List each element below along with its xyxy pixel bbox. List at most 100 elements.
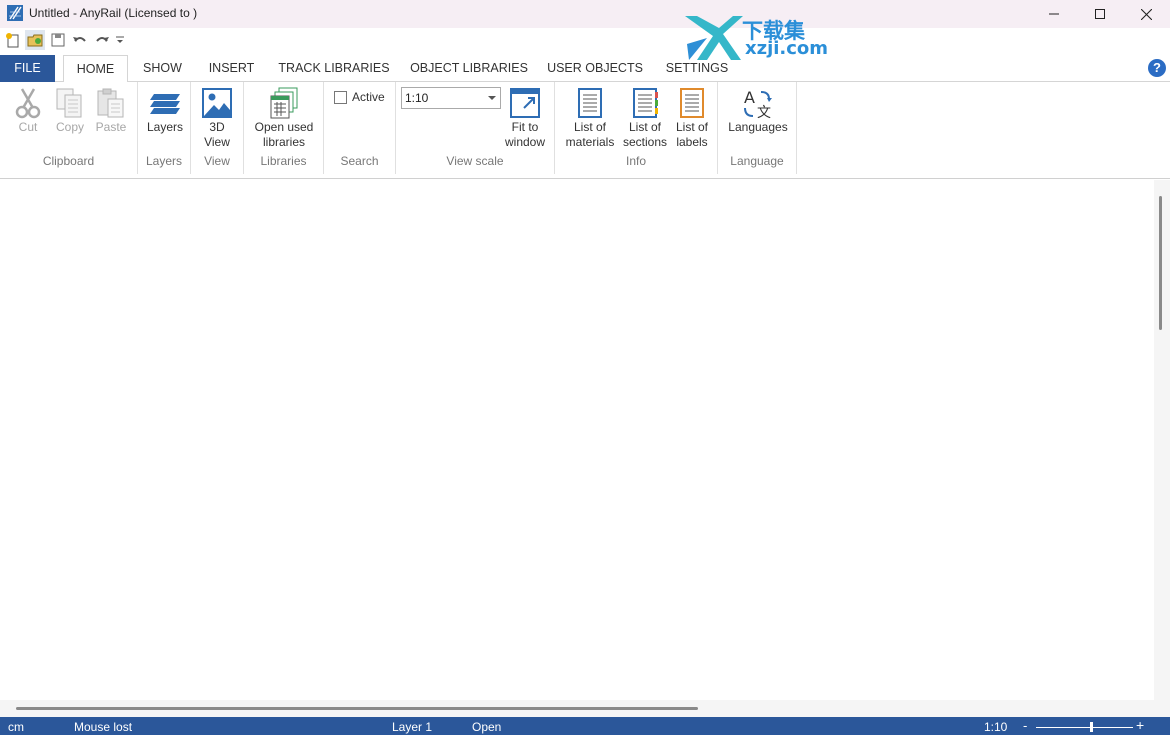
copy-label: Copy [55,120,84,134]
minimize-icon [1049,13,1059,15]
tab-insert[interactable]: INSERT [199,55,264,82]
group-label-clipboard: Clipboard [42,154,95,168]
ribbon-home: Cut Copy Paste Clipboard Layers Layers 3… [0,82,1170,179]
group-label-view-scale: View scale [446,154,504,168]
list-of-sections-line1: List of [628,120,661,134]
group-label-language: Language [730,154,784,168]
group-clipboard: Cut Copy Paste Clipboard [0,82,138,174]
redo-icon [96,37,109,42]
redo-button[interactable] [92,30,112,50]
chevron-down-icon [488,96,496,100]
copy-button[interactable]: Copy [52,86,88,135]
open-button[interactable] [25,30,45,50]
vertical-scrollbar[interactable] [1154,180,1170,717]
customize-qat-button[interactable] [113,30,127,50]
tab-home[interactable]: HOME [63,55,128,83]
close-button[interactable] [1123,0,1169,28]
open-used-libraries-line2: libraries [262,135,305,149]
title-bar: Untitled - AnyRail (Licensed to ) [0,0,1170,28]
group-layers: Layers Layers [138,82,191,174]
tab-user-objects[interactable]: USER OBJECTS [542,55,648,82]
list-of-labels-button[interactable]: List of labels [671,86,713,150]
save-icon [51,33,65,47]
list-of-materials-button[interactable]: List of materials [561,86,619,150]
layers-button[interactable]: Layers [145,86,185,135]
fit-to-window-icon [510,88,540,118]
group-label-search: Search [340,154,379,168]
undo-button[interactable] [70,30,90,50]
active-search-label: Active [352,90,385,104]
tab-track-libraries[interactable]: TRACK LIBRARIES [272,55,396,82]
minimize-button[interactable] [1031,0,1077,28]
view-scale-value: 1:10 [405,91,429,105]
open-used-libraries-line1: Open used [254,120,314,134]
scissors-icon [15,88,41,119]
anyrail-window: Untitled - AnyRail (Licensed to ) 下载集 xz… [0,0,1170,735]
cut-button[interactable]: Cut [10,86,46,135]
view-scale-select[interactable]: 1:10 [401,87,501,109]
undo-icon [73,37,86,42]
list-of-labels-line1: List of [675,120,708,134]
svg-text:A: A [744,88,755,107]
new-icon [6,33,19,48]
list-of-materials-line2: materials [565,135,615,149]
3d-view-label-line2: View [204,135,230,149]
cut-label: Cut [18,120,38,134]
group-libraries: Open used libraries Libraries [244,82,324,174]
translate-icon: A 文 [744,88,772,120]
new-button[interactable] [3,30,23,50]
list-of-materials-line1: List of [573,120,606,134]
status-unit: cm [8,720,24,734]
layers-label: Layers [146,120,184,134]
zoom-slider-track[interactable] [1036,727,1133,728]
layout-canvas[interactable] [0,180,1154,700]
list-of-sections-button[interactable]: List of sections [619,86,671,150]
zoom-slider-thumb[interactable] [1090,722,1093,732]
svg-text:文: 文 [757,105,771,120]
languages-button[interactable]: A 文 Languages [724,86,792,135]
languages-label: Languages [728,120,788,134]
window-title: Untitled - AnyRail (Licensed to ) [29,6,198,20]
paste-button[interactable]: Paste [93,86,129,135]
vertical-scroll-thumb[interactable] [1159,196,1162,330]
sections-list-icon [633,88,658,118]
paste-icon [97,88,124,118]
status-scale: 1:10 [984,720,1008,734]
layers-icon [150,94,180,114]
fit-to-window-button[interactable]: Fit to window [500,86,550,150]
zoom-out-button[interactable]: - [1023,718,1027,733]
materials-list-icon [578,88,602,118]
copy-icon [56,88,82,118]
landscape-icon [202,88,232,118]
labels-list-icon [680,88,704,118]
maximize-icon [1095,9,1105,19]
list-of-labels-line2: labels [676,135,708,149]
status-layer: Layer 1 [392,720,433,734]
list-of-sections-line2: sections [622,135,668,149]
tab-show[interactable]: SHOW [135,55,190,82]
group-label-layers: Layers [145,154,183,168]
horizontal-scroll-thumb[interactable] [16,707,698,710]
zoom-in-button[interactable]: + [1136,717,1144,733]
help-icon[interactable]: ? [1148,59,1166,77]
tab-object-libraries[interactable]: OBJECT LIBRARIES [404,55,534,82]
tab-file[interactable]: FILE [0,55,55,82]
anyrail-app-icon [7,5,23,21]
3d-view-button[interactable]: 3D View [200,86,234,150]
quick-access-toolbar [0,28,160,52]
fit-to-window-line1: Fit to [511,120,539,134]
group-label-libraries: Libraries [260,154,307,168]
open-icon [27,34,43,47]
tab-settings[interactable]: SETTINGS [658,55,736,82]
group-info: List of materials List of sections List … [555,82,718,174]
save-button[interactable] [48,30,68,50]
status-bar: cm Mouse lost Layer 1 Open 1:10 - + [0,717,1170,735]
libraries-icon [270,87,298,119]
group-label-view: View [204,154,230,168]
open-used-libraries-button[interactable]: Open used libraries [249,86,319,150]
status-mouse: Mouse lost [74,720,133,734]
ribbon-tabs: FILE HOME SHOW INSERT TRACK LIBRARIES OB… [0,55,1170,83]
group-language: A 文 Languages Language [718,82,797,174]
maximize-button[interactable] [1077,0,1123,28]
active-search-checkbox[interactable] [334,91,347,104]
